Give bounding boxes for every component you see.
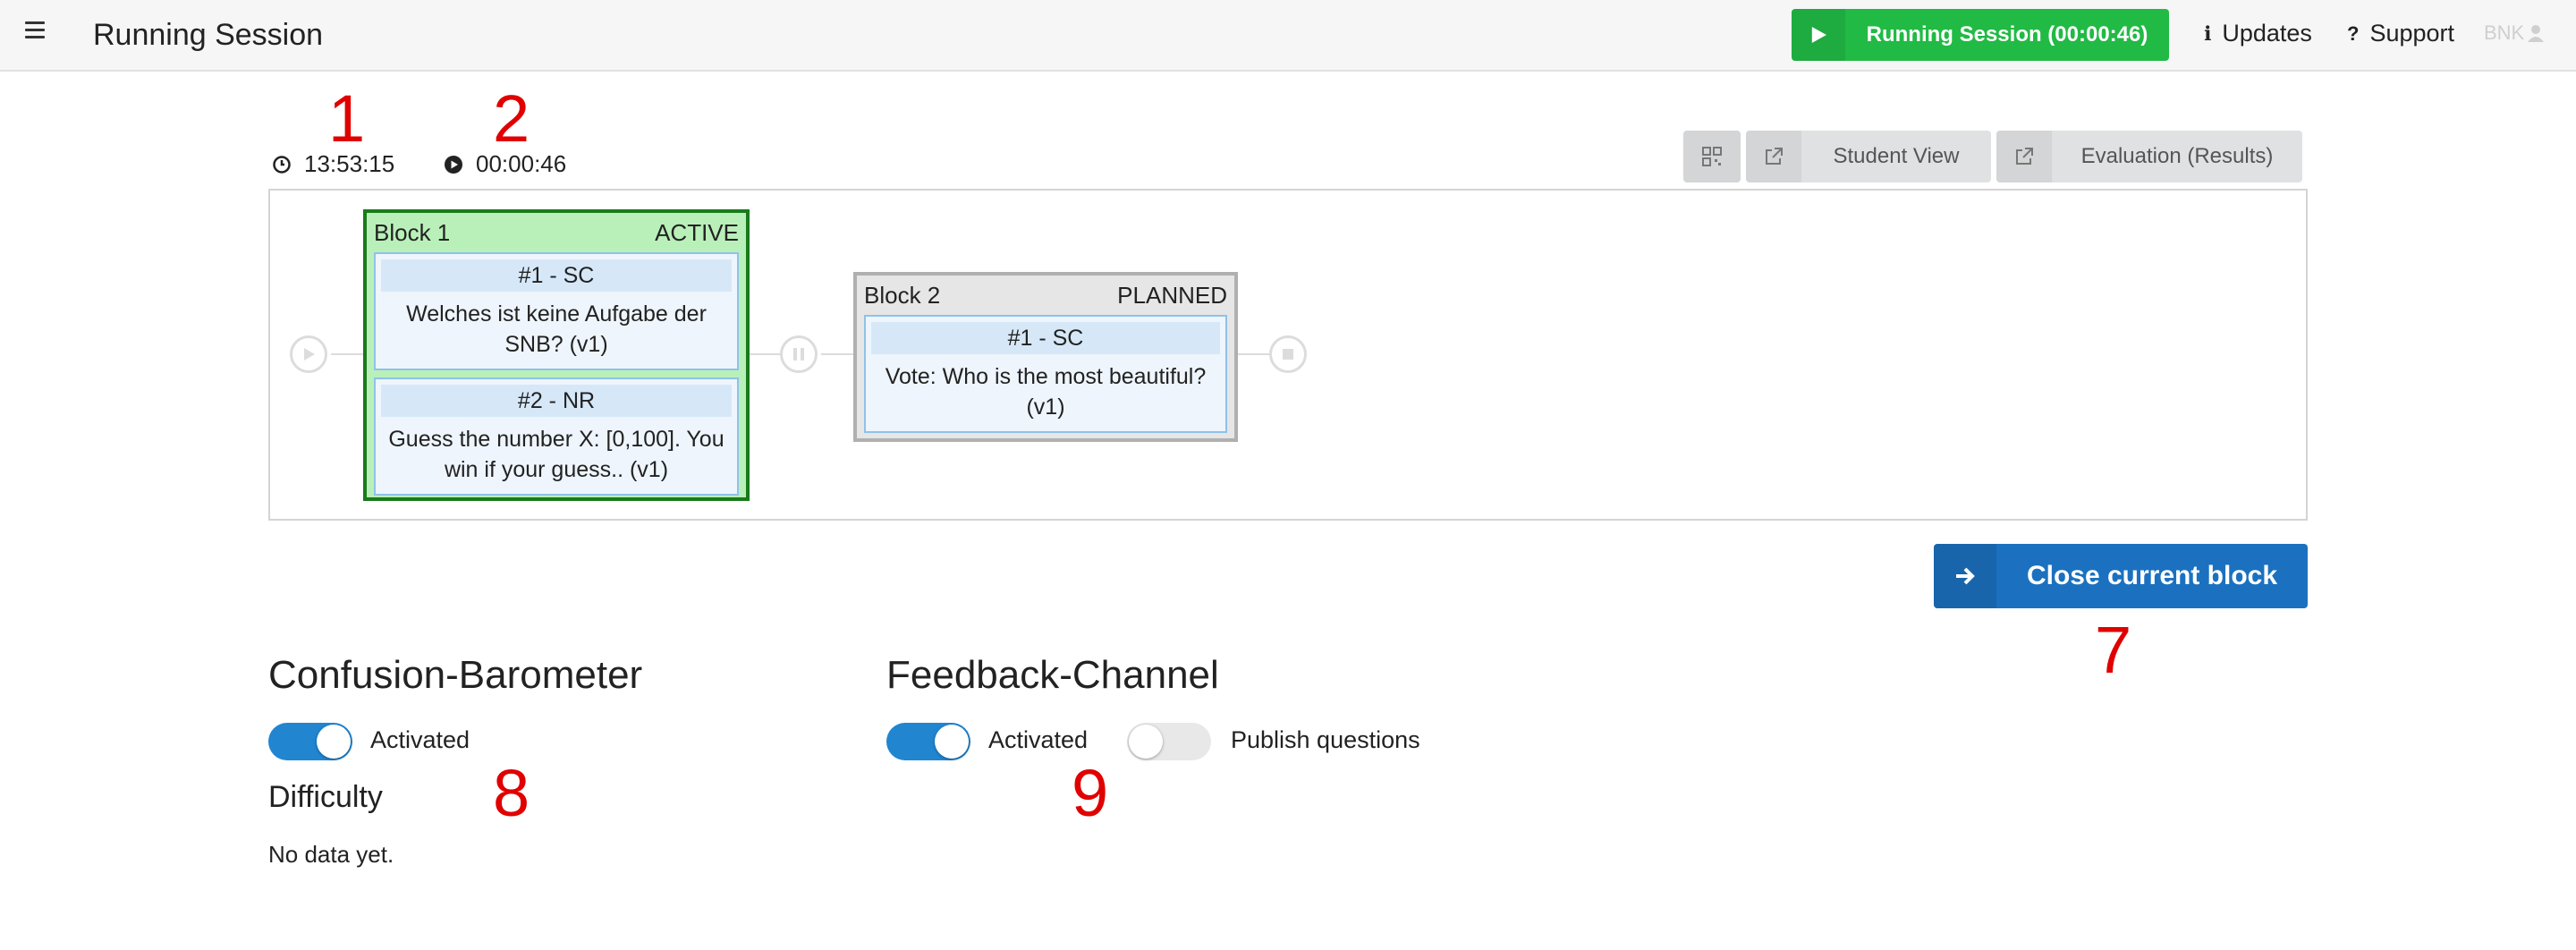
confusion-toggle[interactable]	[268, 723, 352, 760]
start-node-icon[interactable]	[290, 335, 327, 373]
support-link[interactable]: ? Support	[2347, 20, 2454, 47]
user-name: BNK	[2484, 21, 2525, 44]
annotation-8: 8	[493, 756, 530, 830]
difficulty-title: Difficulty	[268, 780, 383, 814]
running-session-button[interactable]: Running Session (00:00:46)	[1792, 9, 2169, 61]
annotation-1: 1	[328, 81, 366, 156]
start-time: 13:53:15	[272, 150, 394, 178]
close-block-button[interactable]: Close current block	[1934, 544, 2308, 608]
confusion-title: Confusion-Barometer	[268, 653, 643, 697]
block-1[interactable]: Block 1 ACTIVE #1 - SC Welches ist keine…	[363, 209, 750, 501]
block-2[interactable]: Block 2 PLANNED #1 - SC Vote: Who is the…	[853, 272, 1238, 442]
timeline-connector	[821, 353, 857, 355]
external-link-icon	[1746, 131, 1801, 182]
evaluation-label: Evaluation (Results)	[2080, 144, 2274, 168]
question-text: Guess the number X: [0,100]. You win if …	[388, 427, 724, 482]
menu-icon[interactable]	[25, 21, 45, 39]
block-name: Block 2	[864, 281, 941, 309]
block-status: ACTIVE	[655, 218, 739, 246]
block-header: Block 2 PLANNED	[857, 276, 1234, 315]
qr-code-icon	[1683, 131, 1741, 182]
updates-link[interactable]: ℹ Updates	[2204, 20, 2312, 47]
question-card[interactable]: #1 - SC Welches ist keine Aufgabe der SN…	[374, 252, 739, 370]
support-label: Support	[2369, 20, 2455, 47]
info-icon: ℹ	[2204, 21, 2212, 45]
stop-node-icon[interactable]	[1269, 335, 1307, 373]
annotation-9: 9	[1072, 756, 1109, 830]
question-id: #2 - NR	[381, 385, 732, 417]
session-timeline: Block 1 ACTIVE #1 - SC Welches ist keine…	[268, 189, 2308, 521]
updates-label: Updates	[2222, 20, 2312, 47]
question-text: Vote: Who is the most beautiful? (v1)	[885, 364, 1207, 420]
block-header: Block 1 ACTIVE	[367, 213, 746, 252]
annotation-7: 7	[2095, 613, 2132, 687]
qr-code-button[interactable]	[1683, 131, 1741, 182]
feedback-toggle[interactable]	[886, 723, 970, 760]
student-view-button[interactable]: Student View	[1746, 131, 1991, 182]
start-time-value: 13:53:15	[304, 150, 395, 177]
arrow-right-icon	[1934, 544, 1996, 608]
block-status: PLANNED	[1117, 281, 1227, 309]
play-icon	[1792, 9, 1845, 61]
publish-questions-toggle[interactable]	[1127, 723, 1211, 760]
external-link-icon	[1996, 131, 2052, 182]
user-menu[interactable]: BNK	[2484, 21, 2545, 45]
timeline-connector	[331, 353, 367, 355]
elapsed-time: 00:00:46	[444, 150, 566, 178]
annotation-2: 2	[493, 81, 530, 156]
question-text: Welches ist keine Aufgabe der SNB? (v1)	[406, 301, 707, 357]
evaluation-button[interactable]: Evaluation (Results)	[1996, 131, 2302, 182]
block-name: Block 1	[374, 218, 451, 246]
question-icon: ?	[2347, 21, 2360, 45]
user-icon	[2528, 25, 2545, 42]
clock-icon	[273, 155, 291, 174]
top-bar: Running Session Running Session (00:00:4…	[0, 0, 2576, 72]
question-card[interactable]: #2 - NR Guess the number X: [0,100]. You…	[374, 377, 739, 496]
publish-questions-label: Publish questions	[1231, 726, 1420, 753]
no-data-text: No data yet.	[268, 841, 394, 868]
feedback-toggle-label: Activated	[988, 726, 1089, 753]
question-card[interactable]: #1 - SC Vote: Who is the most beautiful?…	[864, 315, 1227, 433]
close-block-label: Close current block	[2026, 561, 2278, 590]
running-session-label: Running Session (00:00:46)	[1866, 22, 2148, 47]
timeline-connector	[1236, 353, 1272, 355]
play-circle-icon	[445, 155, 462, 174]
confusion-toggle-label: Activated	[370, 726, 470, 753]
question-id: #1 - SC	[871, 322, 1220, 354]
question-id: #1 - SC	[381, 259, 732, 292]
feedback-title: Feedback-Channel	[886, 653, 1219, 697]
student-view-label: Student View	[1833, 144, 1960, 168]
page-title: Running Session	[93, 18, 324, 52]
elapsed-time-value: 00:00:46	[476, 150, 567, 177]
pause-node-icon[interactable]	[780, 335, 818, 373]
timeline-connector	[748, 353, 784, 355]
